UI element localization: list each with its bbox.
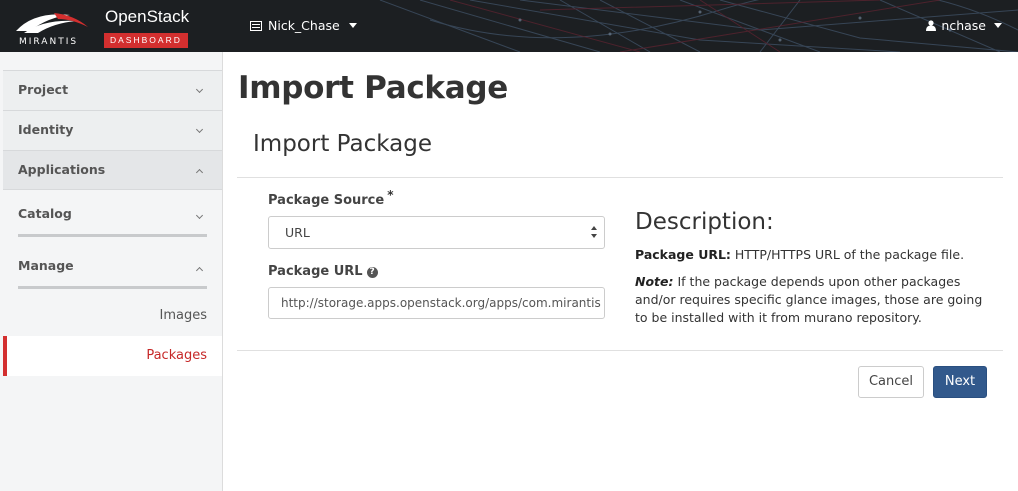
description-url-text: Package URL: HTTP/HTTPS URL of the packa… [635,246,985,264]
mirantis-logo-icon [16,13,88,33]
description-note-text: Note: If the package depends upon other … [635,273,985,327]
description-url-term: Package URL: [635,247,731,262]
sidebar-item-images[interactable]: Images [3,296,222,336]
description-url-body: HTTP/HTTPS URL of the package file. [730,247,965,262]
project-switcher[interactable]: Nick_Chase [250,18,357,33]
sidebar-item-label: Packages [146,348,207,363]
chevron-down-icon [195,85,204,94]
top-navbar: MIRANTIS OpenStack DASHBOARD Nick_Chase … [0,0,1018,52]
divider [237,350,1003,351]
sidebar: Project Identity Applications Catalog Ma… [0,52,223,491]
sidebar-item-label: Applications [18,162,106,177]
modal-title: Import Package [253,131,432,157]
user-menu[interactable]: nchase [926,18,1002,33]
package-url-label: Package URL? [268,264,378,279]
group-divider [18,286,207,289]
page-title: Import Package [238,70,508,106]
chevron-up-icon [195,266,204,275]
chevron-down-icon [195,211,204,220]
sidebar-item-identity[interactable]: Identity [3,110,222,150]
group-divider [18,234,207,237]
sidebar-group-label: Catalog [18,206,72,221]
username: nchase [941,18,986,33]
package-source-label-text: Package Source [268,193,385,208]
user-icon [926,20,937,31]
sidebar-group-label: Manage [18,258,74,273]
chevron-down-icon [195,125,204,134]
required-marker: * [387,188,394,202]
package-source-label: Package Source * [268,188,394,208]
package-source-value: URL [285,225,310,240]
caret-down-icon [994,23,1002,28]
dashboard-badge: DASHBOARD [104,33,188,48]
sidebar-item-applications[interactable]: Applications [3,150,222,190]
sidebar-item-label: Project [18,82,69,97]
sidebar-item-packages[interactable]: Packages [3,336,222,376]
package-url-value: http://storage.apps.openstack.org/apps/c… [281,296,601,310]
select-arrows-icon [591,226,597,238]
sidebar-item-label: Identity [18,122,74,137]
description-note-body: If the package depends upon other packag… [635,274,983,325]
package-source-select[interactable]: URL [268,216,605,249]
package-url-label-text: Package URL [268,264,363,279]
project-name: Nick_Chase [268,18,340,33]
brand-logo[interactable]: MIRANTIS OpenStack DASHBOARD [10,6,200,48]
sidebar-item-project[interactable]: Project [3,70,222,110]
description-title: Description: [635,209,774,235]
description-note-term: Note: [635,274,674,289]
mirantis-wordmark: MIRANTIS [19,37,79,47]
next-button[interactable]: Next [933,366,987,398]
sidebar-group-manage[interactable]: Manage [3,242,222,294]
divider [237,177,1003,178]
openstack-wordmark: OpenStack [105,7,190,26]
cancel-button[interactable]: Cancel [858,366,924,398]
caret-down-icon [348,23,357,28]
sidebar-item-label: Images [159,308,208,323]
chevron-up-icon [195,168,204,177]
package-url-input[interactable]: http://storage.apps.openstack.org/apps/c… [268,287,605,319]
help-icon[interactable]: ? [366,267,378,278]
project-list-icon [250,20,262,31]
sidebar-group-catalog[interactable]: Catalog [3,190,222,242]
